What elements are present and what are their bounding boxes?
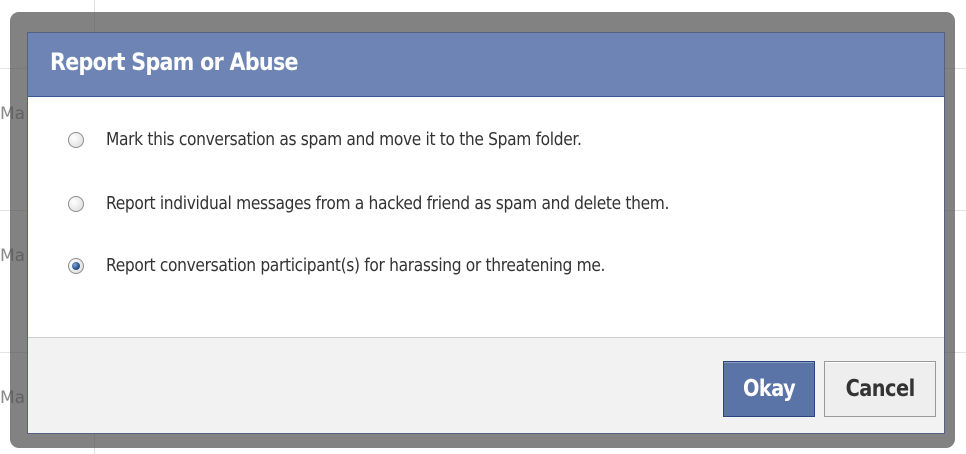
option-report-hacked-friend[interactable]: Report individual messages from a hacked…: [68, 193, 761, 214]
option-report-harassment[interactable]: Report conversation participant(s) for h…: [68, 255, 686, 276]
radio-unchecked-icon[interactable]: [68, 195, 84, 212]
radio-checked-icon[interactable]: [68, 257, 84, 274]
option-label: Mark this conversation as spam and move …: [106, 129, 582, 150]
dialog-title: Report Spam or Abuse: [50, 48, 299, 76]
dialog-body: Mark this conversation as spam and move …: [28, 97, 944, 337]
okay-button-label: Okay: [742, 376, 796, 402]
option-label: Report conversation participant(s) for h…: [106, 255, 606, 276]
cancel-button-label: Cancel: [845, 376, 915, 402]
radio-unchecked-icon[interactable]: [68, 131, 84, 148]
cancel-button[interactable]: Cancel: [824, 361, 936, 417]
report-spam-dialog: Report Spam or Abuse Mark this conversat…: [27, 32, 945, 434]
okay-button[interactable]: Okay: [723, 361, 815, 417]
option-label: Report individual messages from a hacked…: [106, 193, 670, 214]
dialog-footer: Okay Cancel: [28, 337, 944, 433]
dialog-header: Report Spam or Abuse: [28, 33, 944, 97]
option-mark-as-spam[interactable]: Mark this conversation as spam and move …: [68, 129, 659, 150]
